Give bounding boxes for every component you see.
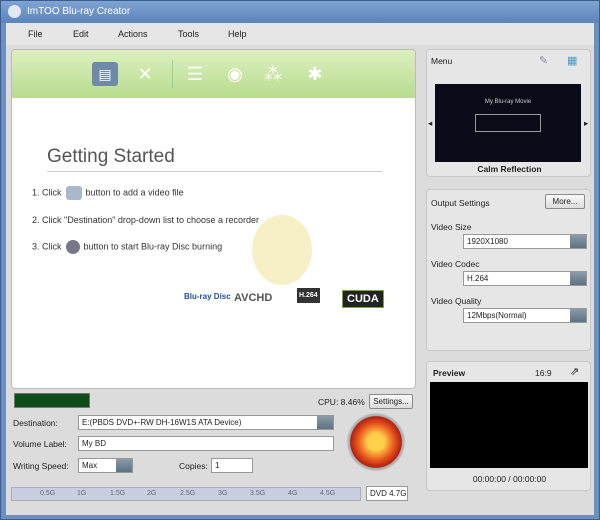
step-text: 1. Click	[32, 187, 62, 198]
video-size-select[interactable]: 1920X1080	[463, 234, 587, 249]
step-text: button to start Blu-ray Disc burning	[83, 241, 223, 252]
preview-time: 00:00:00 / 00:00:00	[472, 474, 547, 484]
ruler-tick: 1.5G	[110, 490, 126, 497]
writing-speed-select[interactable]: Max	[78, 458, 133, 473]
video-quality-label: Video Quality	[431, 296, 482, 306]
output-settings-title: Output Settings	[431, 198, 490, 208]
popout-icon[interactable]: ⇗	[570, 365, 579, 378]
menu-panel: Menu ✎ ▦ ◂ ▸ My Blu-ray Movie Calm Refle…	[426, 49, 591, 177]
preview-screen	[430, 382, 588, 468]
disc-type-select[interactable]: DVD 4.7G	[366, 486, 408, 501]
getting-started-title: Getting Started	[47, 146, 175, 167]
bluray-logo: Blu-ray Disc	[184, 292, 231, 301]
thumb-frames	[475, 114, 541, 132]
menu-help[interactable]: Help	[228, 29, 247, 39]
preview-title: Preview	[433, 368, 466, 378]
volume-label: Volume Label:	[13, 439, 67, 449]
settings-icon[interactable]: ✱	[302, 62, 328, 86]
menu-panel-title: Menu	[431, 56, 453, 66]
template-name: Calm Reflection	[477, 164, 542, 174]
preview-icon[interactable]: ◉	[222, 62, 248, 86]
cpu-meter	[14, 393, 90, 408]
burn-settings: CPU: 8.46% Settings... Destination: E:(P…	[11, 389, 416, 509]
add-file-icon[interactable]: ▤	[92, 62, 118, 86]
window-title: ImTOO Blu-ray Creator	[27, 6, 131, 17]
ruler-tick: 1G	[77, 490, 87, 497]
step-text: 3. Click	[32, 241, 62, 252]
thumb-title: My Blu-ray Movie	[484, 99, 532, 105]
step-1: 1. Click button to add a video file	[32, 186, 184, 200]
preview-panel: Preview 16:9 ⇗ 00:00:00 / 00:00:00	[426, 361, 591, 491]
video-quality-select[interactable]: 12Mbps(Normal)	[463, 308, 587, 323]
video-size-label: Video Size	[431, 222, 472, 232]
more-button[interactable]: More...	[545, 194, 585, 209]
prev-template-icon[interactable]: ◂	[428, 118, 432, 129]
menu-edit[interactable]: Edit	[73, 29, 89, 39]
video-codec-select[interactable]: H.264	[463, 271, 587, 286]
burn-icon	[65, 240, 80, 254]
output-settings-panel: Output Settings More... Video Size 1920X…	[426, 189, 591, 351]
add-file-icon	[65, 186, 82, 200]
ruler-tick: 0.5G	[40, 490, 56, 497]
cpu-usage: CPU: 8.46%	[318, 397, 365, 407]
main-panel: ▤ ✕ ☰ ◉ ⁂ ✱ Getting Started 1. Click butt…	[11, 49, 416, 389]
copies-label: Copies:	[179, 461, 208, 471]
h264-logo: H.264	[297, 288, 320, 303]
title-bar: ImTOO Blu-ray Creator	[1, 1, 599, 23]
destination-select[interactable]: E:(PBDS DVD+-RW DH-16W1S ATA Device)	[78, 415, 334, 430]
menu-bar: File Edit Actions Tools Help	[6, 23, 594, 45]
ruler-tick: 4G	[288, 490, 298, 497]
menu-grid-icon[interactable]: ▦	[567, 54, 577, 67]
app-icon	[8, 5, 21, 18]
menu-tools[interactable]: Tools	[178, 29, 199, 39]
edit-menu-icon[interactable]: ✎	[539, 54, 548, 67]
toolbar: ▤ ✕ ☰ ◉ ⁂ ✱	[12, 50, 415, 98]
next-template-icon[interactable]: ▸	[584, 118, 588, 129]
ruler-tick: 3.5G	[250, 490, 266, 497]
menu-file[interactable]: File	[28, 29, 43, 39]
ruler-tick: 3G	[218, 490, 228, 497]
avchd-logo: AVCHD	[234, 292, 273, 304]
divider	[47, 171, 382, 172]
ruler-tick: 2G	[147, 490, 157, 497]
destination-label: Destination:	[13, 418, 58, 428]
ruler-tick: 2.5G	[180, 490, 196, 497]
list-icon[interactable]: ☰	[182, 62, 208, 86]
mascot-watermark	[252, 215, 312, 285]
settings-button[interactable]: Settings...	[369, 394, 413, 409]
writing-speed-label: Writing Speed:	[13, 461, 69, 471]
ruler-tick: 4.5G	[320, 490, 336, 497]
volume-label-input[interactable]: My BD	[78, 436, 334, 451]
burn-button[interactable]	[347, 413, 405, 471]
app-window: ImTOO Blu-ray Creator File Edit Actions …	[0, 0, 600, 520]
step-text: button to add a video file	[85, 187, 184, 198]
toolbar-divider	[172, 60, 173, 88]
menu-actions[interactable]: Actions	[118, 29, 148, 39]
capacity-ruler: 0.5G 1G 1.5G 2G 2.5G 3G 3.5G 4G 4.5G	[11, 487, 361, 501]
step-2: 2. Click "Destination" drop-down list to…	[32, 215, 259, 225]
video-codec-label: Video Codec	[431, 259, 480, 269]
menu-thumbnail[interactable]: My Blu-ray Movie	[435, 84, 581, 162]
remove-icon[interactable]: ✕	[132, 62, 158, 86]
cuda-logo: CUDA	[342, 290, 384, 308]
copies-stepper[interactable]: 1	[211, 458, 253, 473]
effects-icon[interactable]: ⁂	[260, 62, 286, 86]
aspect-ratio-select[interactable]: 16:9	[535, 368, 552, 378]
step-3: 3. Click button to start Blu-ray Disc bur…	[32, 240, 222, 254]
